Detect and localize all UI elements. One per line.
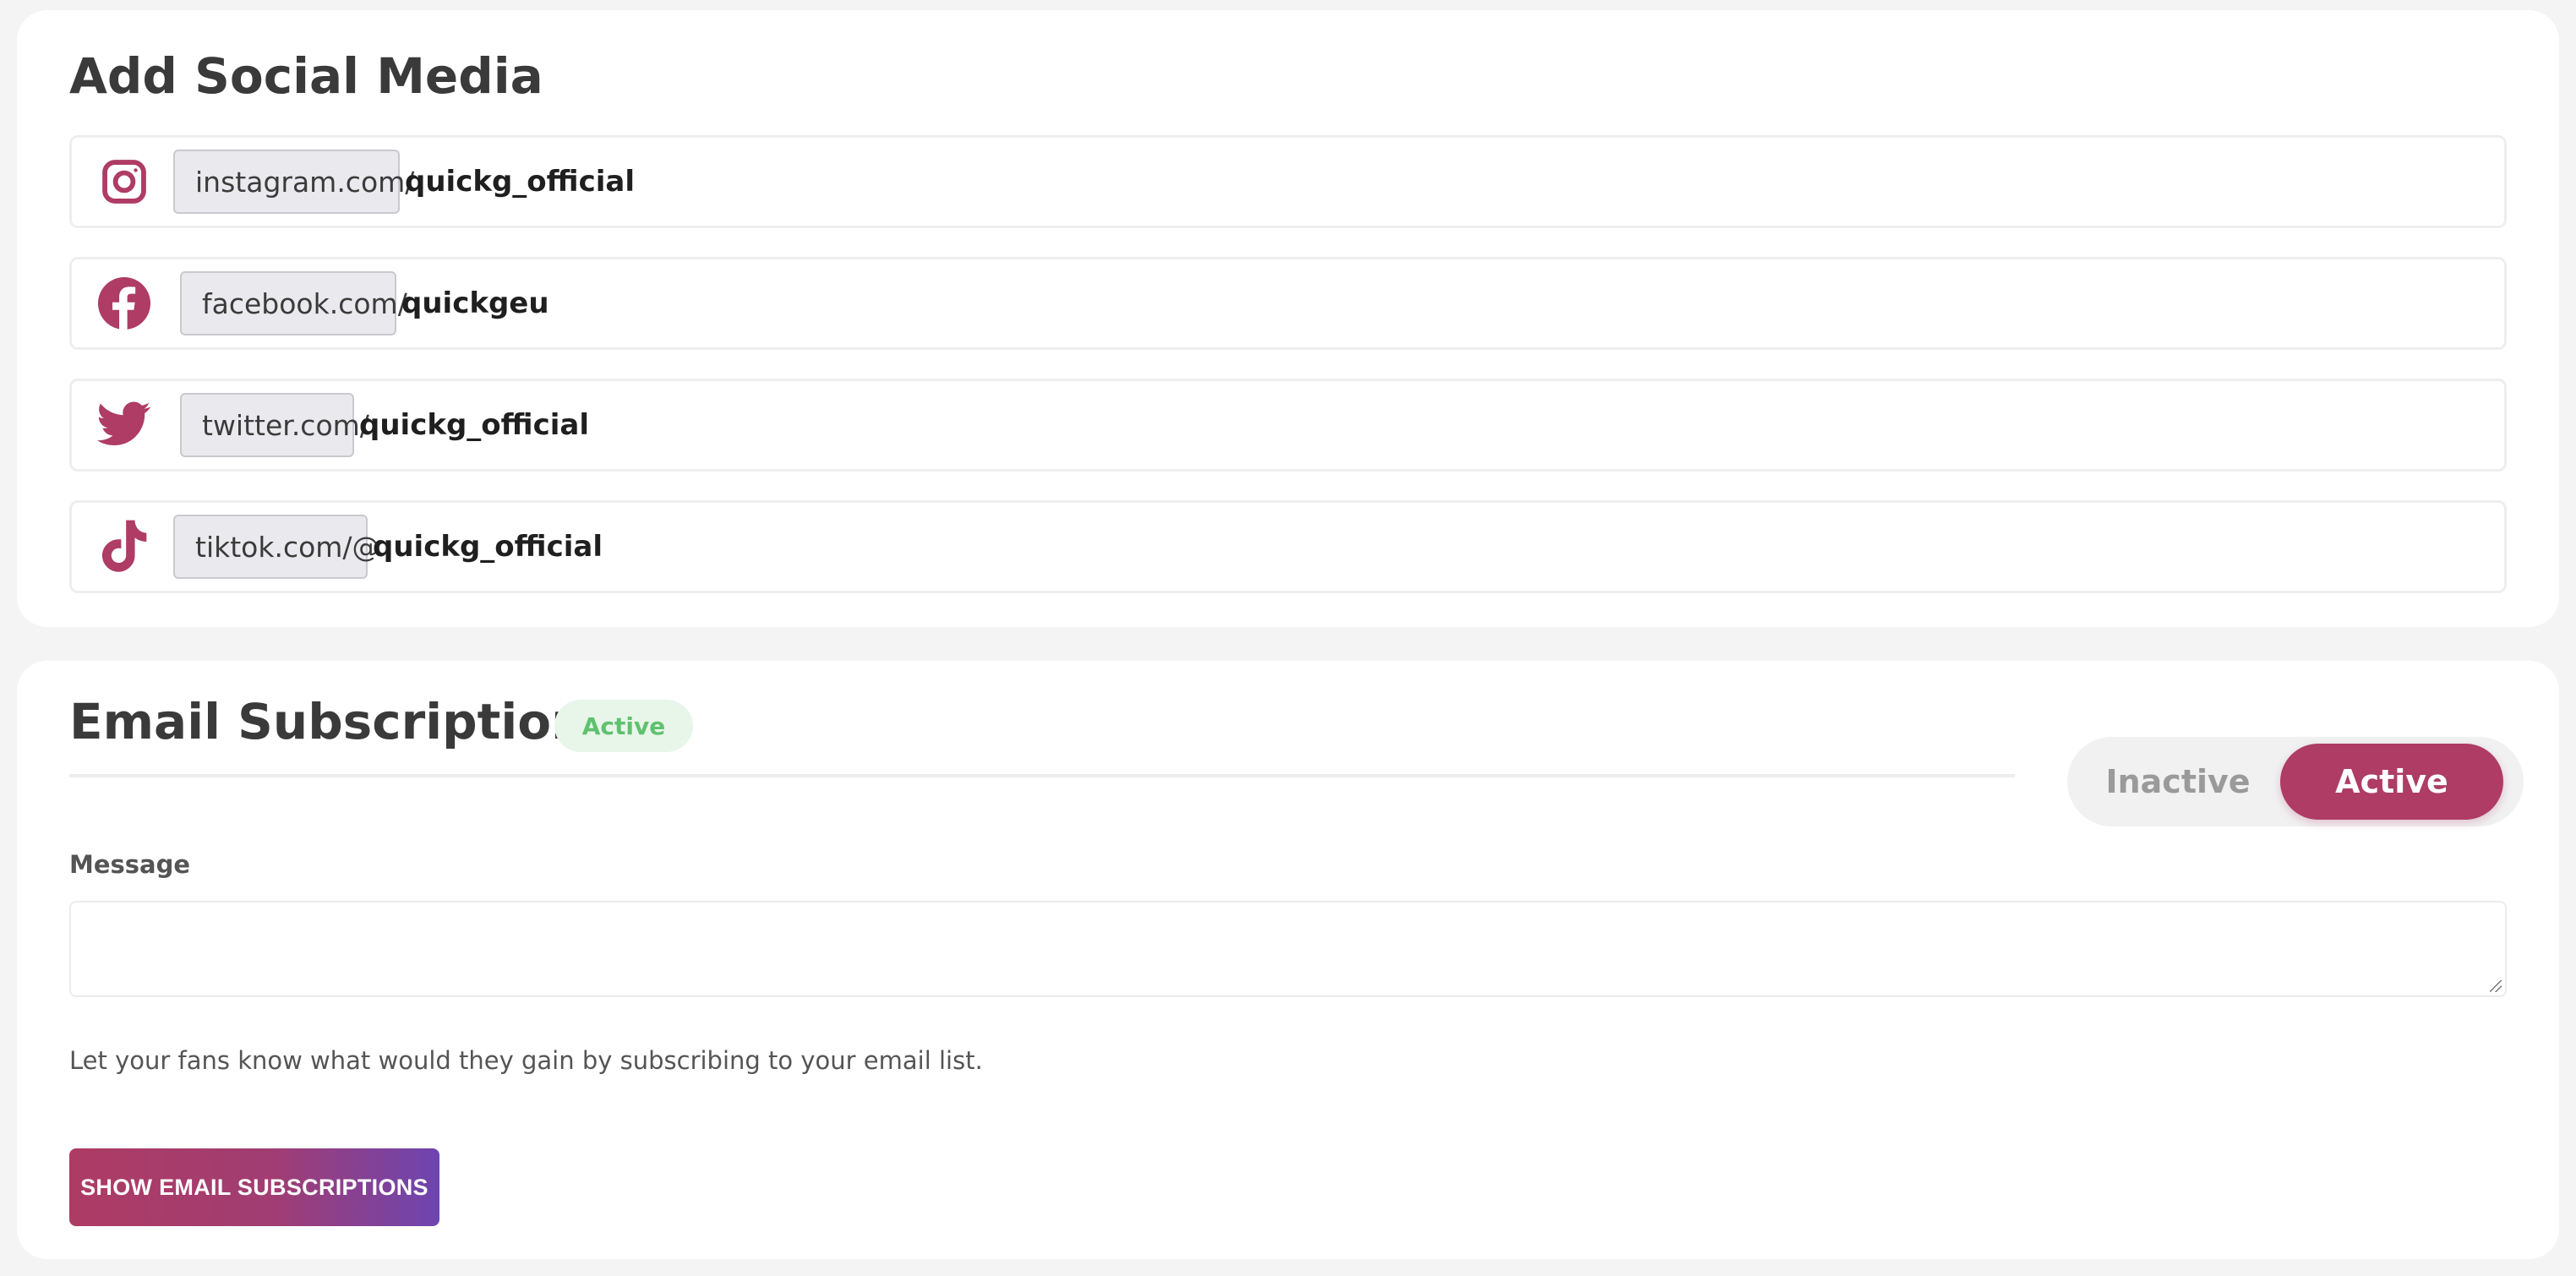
instagram-icon [97,155,151,209]
message-textarea[interactable] [69,901,2507,997]
show-email-subscriptions-button[interactable]: SHOW EMAIL SUBSCRIPTIONS [69,1148,439,1226]
message-help-text: Let your fans know what would they gain … [69,1046,983,1075]
toggle-inactive-option[interactable]: Inactive [2081,744,2275,820]
email-subscription-card: Email Subscription Active Inactive Activ… [17,661,2559,1259]
twitter-url-prefix: twitter.com/ [180,393,369,457]
social-row-tiktok[interactable]: tiktok.com/@ quickg_official [69,500,2507,593]
social-row-twitter[interactable]: twitter.com/ quickg_official [69,379,2507,472]
social-section-title: Add Social Media [69,47,543,105]
title-divider [69,774,2015,777]
email-section-title: Email Subscription [69,693,587,750]
toggle-active-option[interactable]: Active [2280,744,2503,820]
facebook-url-prefix: facebook.com/ [180,271,407,335]
instagram-url-prefix: instagram.com/ [173,150,414,214]
twitter-icon [97,398,151,452]
facebook-username-input[interactable]: quickgeu [401,271,549,335]
tiktok-username-input[interactable]: quickg_official [373,515,603,579]
instagram-username-input[interactable]: quickg_official [405,150,635,214]
social-media-card: Add Social Media instagram.com/ quickg_o… [17,10,2559,627]
facebook-icon [97,276,151,330]
message-label: Message [69,850,191,879]
status-badge: Active [554,700,693,752]
social-row-instagram[interactable]: instagram.com/ quickg_official [69,135,2507,228]
twitter-username-input[interactable]: quickg_official [359,393,589,457]
resize-handle-icon[interactable] [2490,980,2502,992]
tiktok-icon [97,520,151,574]
tiktok-url-prefix: tiktok.com/@ [173,515,380,579]
status-toggle[interactable]: Inactive Active [2067,737,2524,826]
social-row-facebook[interactable]: facebook.com/ quickgeu [69,257,2507,350]
